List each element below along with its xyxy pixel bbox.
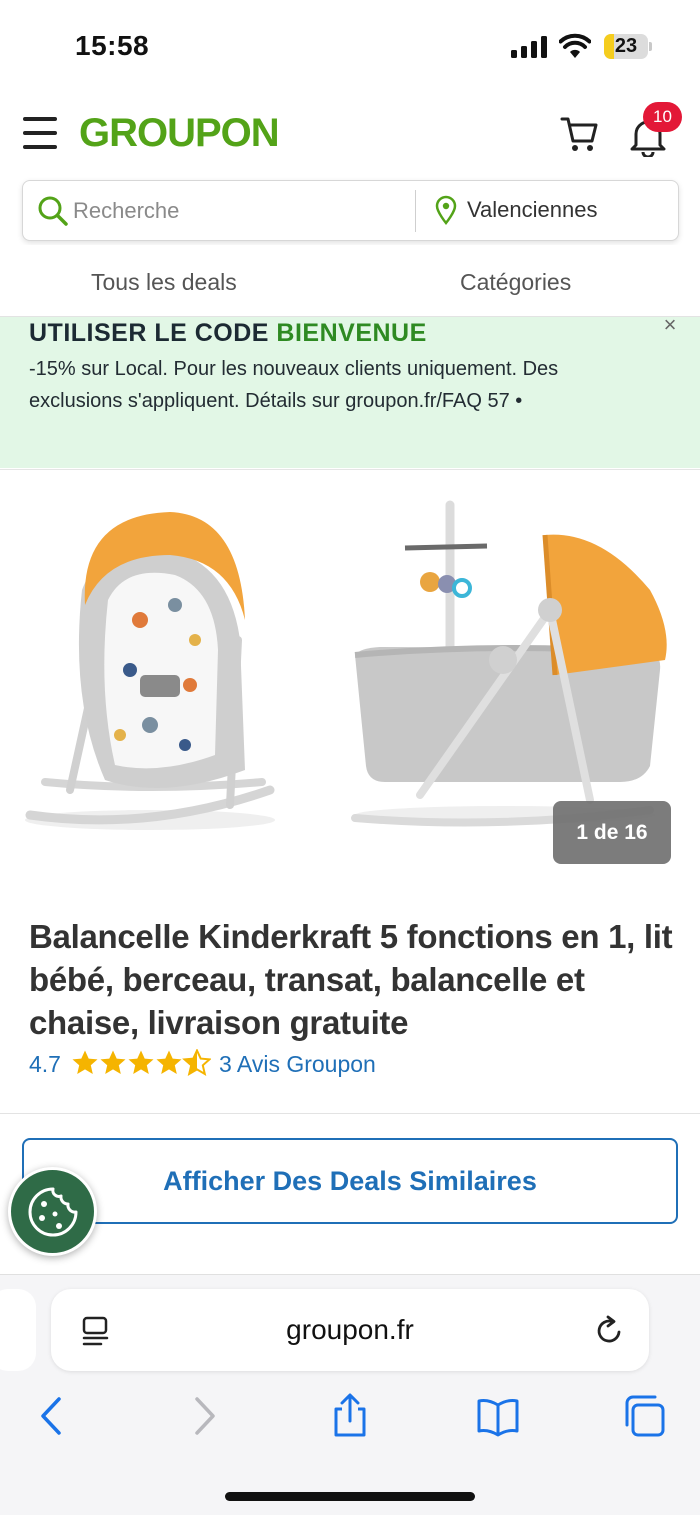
status-bar: 15:58 23: [0, 0, 700, 92]
product-title: Balancelle Kinderkraft 5 fonctions en 1,…: [29, 918, 673, 1041]
star-icon: [128, 1050, 154, 1074]
star-icon: [72, 1050, 98, 1074]
cookie-icon: [28, 1187, 78, 1237]
wifi-icon: [559, 33, 591, 58]
tabs-icon[interactable]: [623, 1393, 667, 1439]
battery-icon: 23: [604, 34, 652, 59]
browser-chrome: groupon.fr: [0, 1274, 700, 1515]
star-icon: [100, 1050, 126, 1074]
tab-categories[interactable]: Catégories: [460, 269, 571, 296]
search-icon: [38, 196, 68, 226]
url-text[interactable]: groupon.fr: [51, 1314, 649, 1346]
share-icon[interactable]: [328, 1393, 372, 1439]
search-bar: Valenciennes: [22, 180, 679, 241]
location-field[interactable]: Valenciennes: [467, 197, 597, 223]
rating-row: 4.7 3 Avis Groupon: [29, 1049, 629, 1079]
bookmarks-icon[interactable]: [476, 1393, 520, 1439]
menu-icon[interactable]: [22, 115, 58, 151]
rating-stars: [72, 1049, 211, 1075]
close-icon[interactable]: ×: [660, 314, 680, 337]
back-icon[interactable]: [30, 1393, 74, 1439]
show-similar-deals-button[interactable]: Afficher Des Deals Similaires: [22, 1138, 678, 1224]
nav-tabs: Tous les deals Catégories: [0, 245, 700, 317]
reviews-link[interactable]: 3 Avis Groupon: [219, 1051, 376, 1078]
cookie-settings-button[interactable]: [8, 1167, 97, 1256]
star-half-icon: [183, 1049, 211, 1075]
previous-tab-preview[interactable]: [0, 1289, 36, 1371]
location-pin-icon: [435, 195, 457, 225]
promo-code: BIENVENUE: [276, 319, 427, 347]
url-bar[interactable]: groupon.fr: [51, 1289, 649, 1371]
notification-badge: 10: [643, 102, 682, 132]
groupon-logo[interactable]: GROUPON: [79, 111, 280, 156]
section-divider: [0, 1113, 700, 1114]
status-time: 15:58: [75, 30, 150, 61]
promo-banner: UTILISER LE CODE BIENVENUE -15% sur Loca…: [0, 314, 700, 468]
battery-level: 23: [614, 35, 638, 57]
promo-title: UTILISER LE CODE BIENVENUE: [29, 319, 427, 348]
search-divider: [415, 190, 416, 232]
forward-icon[interactable]: [182, 1393, 226, 1439]
cart-icon[interactable]: [560, 115, 600, 153]
signal-icon: [511, 36, 547, 58]
image-counter: 1 de 16: [553, 801, 671, 864]
reload-icon[interactable]: [595, 1314, 625, 1346]
promo-title-prefix: UTILISER LE CODE: [29, 319, 269, 347]
tab-all-deals[interactable]: Tous les deals: [91, 269, 237, 296]
search-input[interactable]: [73, 191, 403, 231]
product-image-carousel[interactable]: 1 de 16: [0, 469, 700, 897]
site-header: GROUPON 10: [0, 92, 700, 176]
promo-description: -15% sur Local. Pour les nouveaux client…: [29, 358, 559, 412]
rating-value: 4.7: [29, 1051, 61, 1077]
home-indicator: [225, 1492, 475, 1501]
star-icon: [156, 1050, 182, 1074]
